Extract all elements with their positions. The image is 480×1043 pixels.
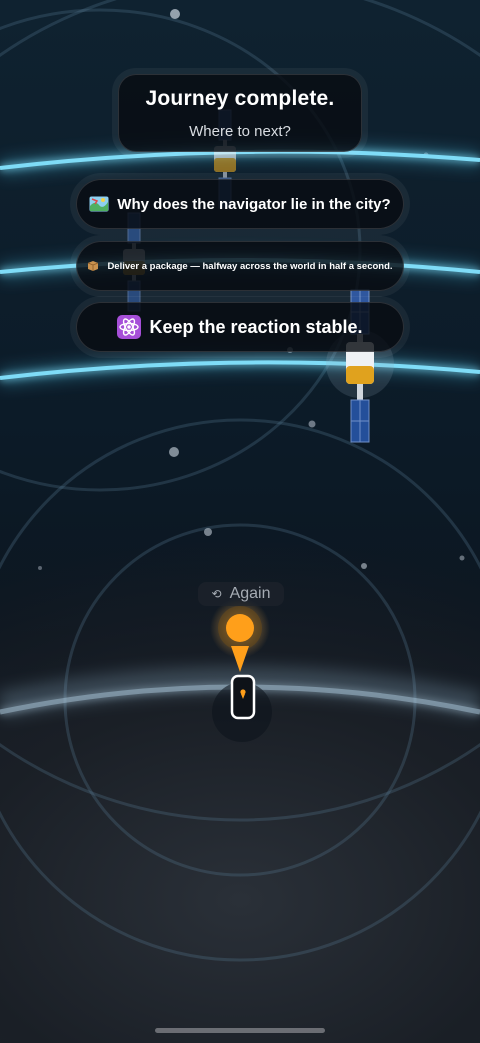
journey-complete-card: Journey complete. Where to next?: [118, 74, 362, 152]
choice-package-button[interactable]: Deliver a package — halfway across the w…: [76, 241, 404, 291]
space-scene: [0, 0, 480, 962]
home-indicator[interactable]: [155, 1028, 325, 1033]
again-label: Again: [229, 585, 271, 602]
atom-icon: [117, 315, 142, 339]
choice-navigator-button[interactable]: Why does the navigator lie in the city?: [76, 179, 404, 229]
game-stage: Journey complete. Where to next? Why doe…: [0, 0, 480, 1043]
choice-label: Why does the navigator lie in the city?: [117, 195, 391, 213]
replay-icon: ⟲: [211, 587, 222, 601]
location-pin-icon: [210, 598, 270, 672]
header-subtitle: Where to next?: [189, 123, 291, 140]
again-button[interactable]: ⟲ Again: [198, 582, 284, 606]
choice-label: Deliver a package — halfway across the w…: [107, 260, 393, 272]
header-title: Journey complete.: [145, 87, 335, 110]
map-icon: [89, 196, 109, 212]
choice-label: Keep the reaction stable.: [149, 316, 363, 337]
choice-reaction-button[interactable]: Keep the reaction stable.: [76, 302, 404, 352]
package-icon: [87, 260, 99, 272]
